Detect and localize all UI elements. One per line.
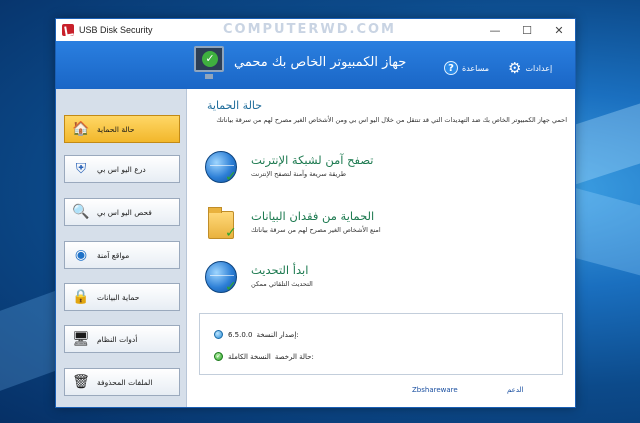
magnifier-icon: 🔍 [72, 204, 90, 220]
window-title: USB Disk Security [79, 25, 153, 35]
title-bar[interactable]: USB Disk Security COMPUTERWD.COM — ☐ ✕ [56, 19, 575, 41]
settings-button[interactable]: ⚙ إعدادات [508, 59, 553, 77]
sidebar-item-usb-scan[interactable]: 🔍 فحص اليو اس بي [64, 198, 180, 226]
home-icon: 🏠 [72, 121, 90, 137]
section-description: احمي جهاز الكمبيوتر الخاص بك ضد التهديدا… [216, 116, 567, 124]
license-row: ✓ النسخة الكاملة حالة الرخصة: [214, 352, 314, 361]
version-key: إصدار النسخة: [256, 330, 299, 339]
sidebar-item-system-tools[interactable]: 🖥 أدوات النظام [64, 325, 180, 353]
sidebar-item-label: أدوات النظام [97, 334, 138, 344]
sidebar-item-label: مواقع آمنة [97, 250, 130, 260]
feature-subtitle: طريقة سريعة وآمنة لتصفح الإنترنت [251, 170, 347, 178]
help-label: مساعدة [462, 63, 490, 73]
feature-title: تصفح آمن لشبكة الإنترنت [251, 153, 374, 167]
vendor-link[interactable]: Zbshareware [412, 386, 458, 394]
close-button[interactable]: ✕ [543, 19, 575, 41]
feature-subtitle: التحديث التلقائي ممكن [251, 280, 313, 288]
data-lock-icon: 🔒 [72, 289, 90, 305]
sidebar-item-safe-sites[interactable]: ◉ مواقع آمنة [64, 241, 180, 269]
check-icon: ✓ [202, 51, 218, 67]
info-box: 6.5.0.0 إصدار النسخة: ✓ النسخة الكاملة ح… [199, 313, 563, 375]
section-title: حالة الحماية [207, 99, 263, 112]
sidebar-item-deleted-files[interactable]: 🗑 الملفات المحذوفة [64, 368, 180, 396]
minimize-button[interactable]: — [479, 19, 511, 41]
settings-label: إعدادات [525, 63, 553, 73]
update-globe-icon: ✓ [205, 261, 239, 295]
sidebar-item-label: حالة الحماية [97, 124, 135, 134]
watermark-text: COMPUTERWD.COM [223, 22, 396, 37]
help-button[interactable]: ? مساعدة [444, 61, 489, 75]
monitor-icon: 🖥 [72, 331, 90, 347]
protection-status-title: جهاز الكمبيوتر الخاص بك محمي [234, 55, 407, 70]
check-icon: ✓ [214, 352, 223, 361]
light-beam [0, 289, 60, 391]
content-area: 🏠 حالة الحماية ⛨ درع اليو اس بي 🔍 فحص ال… [56, 89, 575, 408]
protected-monitor-icon: ✓ [194, 46, 224, 79]
folder-check-icon: ✓ [205, 207, 239, 241]
sidebar-item-usb-shield[interactable]: ⛨ درع اليو اس بي [64, 155, 180, 183]
sidebar: 🏠 حالة الحماية ⛨ درع اليو اس بي 🔍 فحص ال… [56, 89, 187, 407]
gear-icon: ⚙ [508, 59, 522, 77]
info-icon [214, 330, 223, 339]
feature-start-update[interactable]: ✓ ابدأ التحديث التحديث التلقائي ممكن [205, 261, 565, 301]
globe-icon: ◉ [74, 247, 88, 263]
feature-subtitle: امنع الأشخاص الغير مصرح لهم من سرقة بيان… [251, 226, 381, 234]
license-key: حالة الرخصة: [274, 352, 314, 361]
sidebar-item-data-protection[interactable]: 🔒 حماية البيانات [64, 283, 180, 311]
app-window: USB Disk Security COMPUTERWD.COM — ☐ ✕ ✓… [55, 18, 576, 408]
support-link[interactable]: الدعم [507, 386, 524, 394]
app-logo-icon [62, 24, 74, 36]
maximize-button[interactable]: ☐ [511, 19, 543, 41]
sidebar-item-label: درع اليو اس بي [97, 164, 146, 174]
globe-check-icon: ✓ [205, 151, 239, 185]
window-controls: — ☐ ✕ [479, 19, 575, 41]
main-panel: حالة الحماية احمي جهاز الكمبيوتر الخاص ب… [187, 89, 575, 407]
sidebar-item-label: الملفات المحذوفة [97, 377, 153, 387]
version-value: 6.5.0.0 [228, 330, 253, 339]
header-banner: ✓ جهاز الكمبيوتر الخاص بك محمي ? مساعدة … [56, 41, 575, 89]
version-row: 6.5.0.0 إصدار النسخة: [214, 330, 299, 339]
feature-safe-browsing[interactable]: ✓ تصفح آمن لشبكة الإنترنت طريقة سريعة وآ… [205, 151, 565, 191]
trash-icon: 🗑 [72, 374, 90, 390]
license-value: النسخة الكاملة [228, 352, 271, 361]
sidebar-item-label: حماية البيانات [97, 292, 140, 302]
feature-title: ابدأ التحديث [251, 263, 309, 277]
sidebar-item-protection-status[interactable]: 🏠 حالة الحماية [64, 115, 180, 143]
feature-title: الحماية من فقدان البيانات [251, 209, 375, 223]
shield-icon: ⛨ [75, 161, 87, 177]
feature-data-loss-protection[interactable]: ✓ الحماية من فقدان البيانات امنع الأشخاص… [205, 207, 565, 247]
help-icon: ? [444, 61, 458, 75]
sidebar-item-label: فحص اليو اس بي [97, 207, 152, 217]
